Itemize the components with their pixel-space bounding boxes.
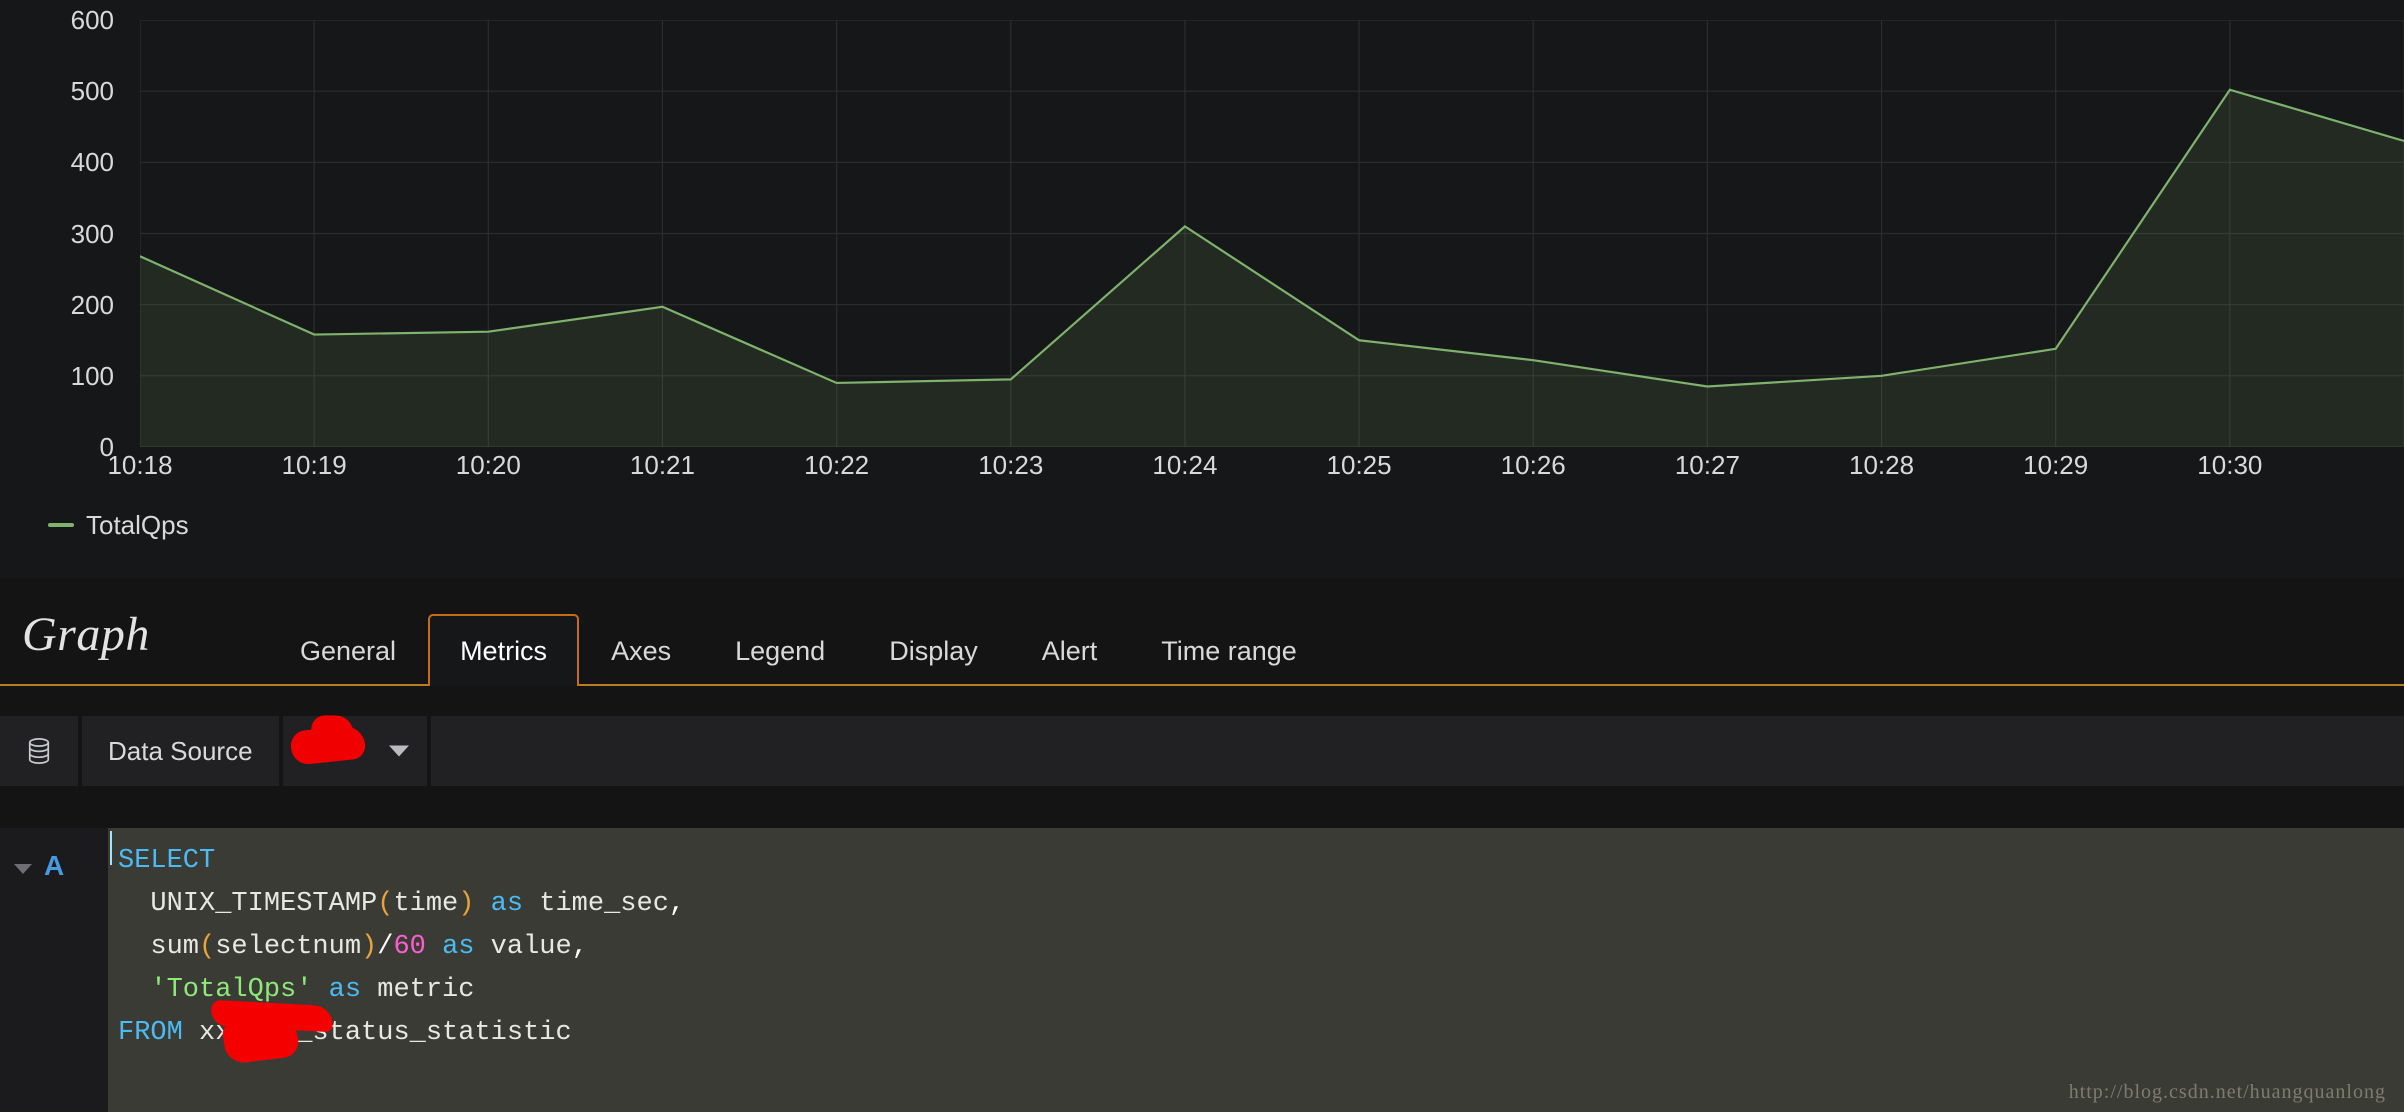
text-caret bbox=[110, 831, 112, 865]
tab-label: Alert bbox=[1041, 635, 1098, 666]
sql-query-editor[interactable]: SELECT UNIX_TIMESTAMP(time) as time_sec,… bbox=[108, 828, 2404, 1112]
tab-axes[interactable]: Axes bbox=[579, 614, 703, 686]
x-tick-10-18: 10:18 bbox=[107, 450, 173, 480]
query-row: A SELECT UNIX_TIMESTAMP(time) as time_se… bbox=[0, 828, 2404, 1112]
x-tick-10-24: 10:24 bbox=[1152, 450, 1218, 480]
datasource-row: Data Source bbox=[0, 716, 2404, 786]
x-tick-10-30: 10:30 bbox=[2197, 450, 2263, 480]
tab-label: General bbox=[300, 635, 397, 666]
y-tick-200: 200 bbox=[70, 289, 114, 320]
datasource-row-filler bbox=[430, 716, 2404, 786]
series-area-fill bbox=[140, 89, 2404, 447]
y-axis-tick-labels: 0 100 200 300 400 500 600 bbox=[0, 7, 130, 460]
query-ref-id[interactable]: A bbox=[44, 850, 64, 882]
x-tick-10-23: 10:23 bbox=[978, 450, 1044, 480]
query-gutter: A bbox=[0, 828, 108, 1112]
tab-label: Time range bbox=[1161, 635, 1297, 666]
y-tick-400: 400 bbox=[70, 147, 114, 178]
x-tick-10-28: 10:28 bbox=[1848, 450, 1915, 480]
x-tick-10-19: 10:19 bbox=[281, 450, 347, 480]
x-tick-10-21: 10:21 bbox=[629, 450, 695, 480]
panel-editor: Graph General Metrics Axes Legend Display Ale… bbox=[0, 578, 2404, 1112]
chart-svg bbox=[140, 20, 2404, 447]
chevron-down-icon bbox=[388, 745, 409, 757]
tab-alert[interactable]: Alert bbox=[1010, 614, 1130, 686]
x-tick-10-20: 10:20 bbox=[455, 450, 521, 480]
datasource-select[interactable] bbox=[282, 716, 427, 786]
x-tick-10-26: 10:26 bbox=[1500, 450, 1566, 480]
y-tick-300: 300 bbox=[70, 218, 114, 249]
tab-time-range[interactable]: Time range bbox=[1129, 614, 1329, 686]
tab-label: Display bbox=[889, 635, 978, 666]
datasource-icon-cell[interactable] bbox=[0, 716, 78, 786]
tab-label: Metrics bbox=[460, 635, 548, 666]
chart-legend[interactable]: TotalQps bbox=[48, 512, 189, 538]
legend-series-label[interactable]: TotalQps bbox=[86, 512, 189, 538]
y-tick-600: 600 bbox=[70, 5, 114, 35]
editor-tab-list: General Metrics Axes Legend Display Alert Time… bbox=[268, 578, 1329, 686]
chart-plot-area[interactable] bbox=[140, 20, 2404, 447]
caret-down-icon[interactable] bbox=[14, 864, 32, 874]
tab-metrics[interactable]: Metrics bbox=[428, 614, 580, 686]
x-tick-10-22: 10:22 bbox=[804, 450, 870, 480]
sql-query-text[interactable]: SELECT UNIX_TIMESTAMP(time) as time_sec,… bbox=[118, 840, 2404, 1055]
x-tick-10-29: 10:29 bbox=[2023, 450, 2089, 480]
panel-type-title: Graph bbox=[22, 608, 150, 661]
x-axis-tick-labels: 10:18 10:19 10:20 10:21 10:22 10:23 10:24 10:25… bbox=[107, 450, 2404, 492]
tab-legend[interactable]: Legend bbox=[703, 614, 857, 686]
tab-general[interactable]: General bbox=[268, 614, 428, 686]
x-tick-10-25: 10:25 bbox=[1326, 450, 1392, 480]
y-tick-500: 500 bbox=[70, 76, 114, 107]
x-tick-10-27: 10:27 bbox=[1674, 450, 1740, 480]
tab-label: Axes bbox=[611, 635, 672, 666]
tab-label: Legend bbox=[735, 635, 826, 666]
datasource-redaction-mark bbox=[288, 724, 367, 766]
y-tick-100: 100 bbox=[70, 360, 114, 391]
graph-panel: 0 100 200 300 400 500 600 10:18 10:19 10:20 10:21… bbox=[0, 0, 2404, 560]
legend-color-swatch bbox=[48, 523, 74, 527]
sql-table-redaction-mark bbox=[210, 999, 334, 1033]
datasource-label: Data Source bbox=[108, 735, 253, 766]
tab-display[interactable]: Display bbox=[857, 614, 1010, 686]
datasource-label-cell: Data Source bbox=[82, 716, 279, 786]
database-icon bbox=[28, 737, 50, 765]
editor-tab-bar: Graph General Metrics Axes Legend Display Ale… bbox=[0, 578, 2404, 686]
